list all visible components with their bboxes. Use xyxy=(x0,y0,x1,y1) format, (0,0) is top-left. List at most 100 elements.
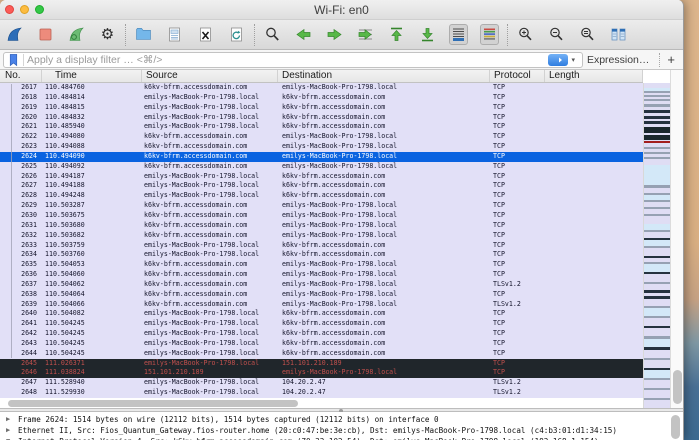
apply-filter-button[interactable] xyxy=(548,53,569,66)
save-file-icon[interactable] xyxy=(165,24,184,45)
packet-row[interactable]: 2637 110.504062 k6kv-bfrm.accessdomain.com… xyxy=(0,279,643,290)
packet-row[interactable]: 2646 111.038824 151.101.210.189 emilys-MacB… xyxy=(0,368,643,379)
packet-cell-time: 110.503680 xyxy=(45,220,85,229)
packet-cell-no: 2621 xyxy=(21,122,37,131)
find-packet-icon[interactable] xyxy=(263,24,282,45)
auto-scroll-icon[interactable] xyxy=(449,24,468,45)
zoom-window-button[interactable] xyxy=(35,5,44,14)
restart-capture-icon[interactable] xyxy=(67,24,86,45)
close-file-icon[interactable] xyxy=(196,24,215,45)
column-header-time[interactable]: Time xyxy=(42,70,142,82)
packet-row[interactable]: 2648 111.529930 emilys-MacBook-Pro-1798.lo… xyxy=(0,388,643,398)
packet-cell-source: 151.101.210.189 xyxy=(144,368,204,377)
packet-row[interactable]: 2639 110.504066 k6kv-bfrm.accessdomain.com… xyxy=(0,299,643,310)
packet-cell-time: 110.484760 xyxy=(45,83,85,91)
packet-row[interactable]: 2624 110.494090 k6kv-bfrm.accessdomain.com… xyxy=(0,151,643,162)
packet-row[interactable]: 2618 110.484814 emilys-MacBook-Pro-1798.lo… xyxy=(0,92,643,103)
detail-vscrollbar-thumb[interactable] xyxy=(671,415,680,439)
reload-file-icon[interactable] xyxy=(227,24,246,45)
packet-cell-destination: emilys-MacBook-Pro-1798.local xyxy=(282,299,398,308)
expand-icon[interactable]: ▶ xyxy=(6,425,18,436)
column-header-destination[interactable]: Destination xyxy=(278,70,490,82)
display-filter-field[interactable]: ▾ xyxy=(3,51,583,68)
go-last-icon[interactable] xyxy=(418,24,437,45)
colorize-icon[interactable] xyxy=(480,24,499,45)
zoom-reset-icon[interactable] xyxy=(578,24,597,45)
hscrollbar-thumb[interactable] xyxy=(8,400,298,407)
packet-cell-no: 2624 xyxy=(21,151,37,160)
detail-line-text: Ethernet II, Src: Fios_Quantum_Gateway.f… xyxy=(18,426,617,435)
display-filter-input[interactable] xyxy=(27,53,549,66)
packet-row[interactable]: 2647 111.528940 emilys-MacBook-Pro-1798.lo… xyxy=(0,378,643,389)
packet-cell-destination: emilys-MacBook-Pro-1798.local xyxy=(282,151,398,160)
detail-tree-line[interactable]: ▶ Ethernet II, Src: Fios_Quantum_Gateway.… xyxy=(0,425,683,436)
detail-tree-line[interactable]: ▶ Frame 2624: 1514 bytes on wire (12112 b… xyxy=(0,414,683,425)
packet-row[interactable]: 2630 110.503675 k6kv-bfrm.accessdomain.com… xyxy=(0,210,643,221)
packet-cell-destination: k6kv-bfrm.accessdomain.com xyxy=(282,102,386,111)
packet-cell-protocol: TCP xyxy=(493,368,505,377)
packet-row[interactable]: 2641 110.504245 emilys-MacBook-Pro-1798.lo… xyxy=(0,319,643,330)
vscrollbar-thumb[interactable] xyxy=(673,370,682,404)
expression-button[interactable]: Expression… xyxy=(587,54,649,66)
close-window-button[interactable] xyxy=(5,5,14,14)
stop-capture-icon[interactable] xyxy=(36,24,55,45)
packet-row[interactable]: 2619 110.484815 emilys-MacBook-Pro-1798.lo… xyxy=(0,102,643,113)
hscrollbar-track[interactable] xyxy=(0,398,643,408)
filter-history-caret-icon[interactable]: ▾ xyxy=(571,56,575,64)
go-first-icon[interactable] xyxy=(387,24,406,45)
packet-row[interactable]: 2623 110.494088 k6kv-bfrm.accessdomain.com… xyxy=(0,142,643,152)
packet-row[interactable]: 2635 110.504053 k6kv-bfrm.accessdomain.com… xyxy=(0,260,643,271)
column-header-no[interactable]: No. xyxy=(0,70,42,82)
packet-cell-destination: k6kv-bfrm.accessdomain.com xyxy=(282,338,386,347)
packet-cell-length xyxy=(545,211,643,221)
start-capture-icon[interactable] xyxy=(5,24,24,45)
resize-columns-icon[interactable] xyxy=(609,24,628,45)
packet-cell-time: 110.504245 xyxy=(45,319,85,328)
packet-cell-no: 2644 xyxy=(21,348,37,357)
packet-row[interactable]: 2642 110.504245 emilys-MacBook-Pro-1798.lo… xyxy=(0,329,643,339)
column-header-source[interactable]: Source xyxy=(142,70,278,82)
minimize-window-button[interactable] xyxy=(20,5,29,14)
zoom-out-icon[interactable] xyxy=(547,24,566,45)
capture-options-icon[interactable]: ⚙ xyxy=(98,24,117,45)
packet-row[interactable]: 2620 110.484832 emilys-MacBook-Pro-1798.lo… xyxy=(0,112,643,123)
packet-cell-destination: emilys-MacBook-Pro-1798.local xyxy=(282,210,398,219)
intelligent-scrollbar-minimap[interactable] xyxy=(643,83,670,408)
packet-row[interactable]: 2644 110.504245 emilys-MacBook-Pro-1798.lo… xyxy=(0,348,643,359)
packet-row[interactable]: 2622 110.494080 k6kv-bfrm.accessdomain.com… xyxy=(0,132,643,143)
packet-cell-destination: k6kv-bfrm.accessdomain.com xyxy=(282,191,386,200)
collapse-icon[interactable]: ▼ xyxy=(6,436,18,440)
packet-row[interactable]: 2631 110.503680 k6kv-bfrm.accessdomain.com… xyxy=(0,220,643,231)
packet-row[interactable]: 2645 111.026371 emilys-MacBook-Pro-1798.lo… xyxy=(0,358,643,369)
packet-row[interactable]: 2629 110.503287 k6kv-bfrm.accessdomain.com… xyxy=(0,201,643,211)
packet-row[interactable]: 2625 110.494092 k6kv-bfrm.accessdomain.com… xyxy=(0,161,643,172)
packet-row[interactable]: 2617 110.484760 k6kv-bfrm.accessdomain.com… xyxy=(0,83,643,93)
packet-row[interactable]: 2643 110.504245 emilys-MacBook-Pro-1798.lo… xyxy=(0,338,643,349)
go-to-packet-icon[interactable] xyxy=(356,24,375,45)
zoom-in-icon[interactable] xyxy=(516,24,535,45)
packet-row[interactable]: 2621 110.485940 emilys-MacBook-Pro-1798.lo… xyxy=(0,122,643,133)
packet-row[interactable]: 2628 110.494248 emilys-MacBook-Pro-1798.lo… xyxy=(0,191,643,202)
bookmark-icon[interactable] xyxy=(7,53,20,67)
packet-cell-protocol: TCP xyxy=(493,83,505,91)
detail-tree-line[interactable]: ▼Internet Protocol Version 4, Src: k6kv-… xyxy=(0,436,683,440)
expand-icon[interactable]: ▶ xyxy=(6,414,18,425)
packet-row[interactable]: 2638 110.504064 k6kv-bfrm.accessdomain.com… xyxy=(0,289,643,300)
add-filter-button[interactable]: + xyxy=(664,52,680,67)
vscrollbar-track[interactable] xyxy=(670,70,683,408)
packet-row[interactable]: 2633 110.503759 emilys-MacBook-Pro-1798.lo… xyxy=(0,240,643,251)
open-file-icon[interactable] xyxy=(134,24,153,45)
packet-row[interactable]: 2632 110.503682 k6kv-bfrm.accessdomain.com… xyxy=(0,230,643,241)
go-back-icon[interactable] xyxy=(294,24,313,45)
packet-row[interactable]: 2634 110.503760 emilys-MacBook-Pro-1798.lo… xyxy=(0,250,643,261)
packet-cell-length xyxy=(545,152,643,162)
column-header-protocol[interactable]: Protocol xyxy=(490,70,545,82)
go-forward-icon[interactable] xyxy=(325,24,344,45)
column-header-length[interactable]: Length xyxy=(545,70,643,82)
packet-cell-protocol: TCP xyxy=(493,319,505,328)
packet-row[interactable]: 2640 110.504082 emilys-MacBook-Pro-1798.lo… xyxy=(0,309,643,320)
packet-row[interactable]: 2627 110.494188 emilys-MacBook-Pro-1798.lo… xyxy=(0,181,643,192)
packet-row[interactable]: 2626 110.494187 emilys-MacBook-Pro-1798.lo… xyxy=(0,171,643,182)
packet-cell-protocol: TCP xyxy=(493,201,505,210)
packet-row[interactable]: 2636 110.504060 k6kv-bfrm.accessdomain.com… xyxy=(0,270,643,280)
